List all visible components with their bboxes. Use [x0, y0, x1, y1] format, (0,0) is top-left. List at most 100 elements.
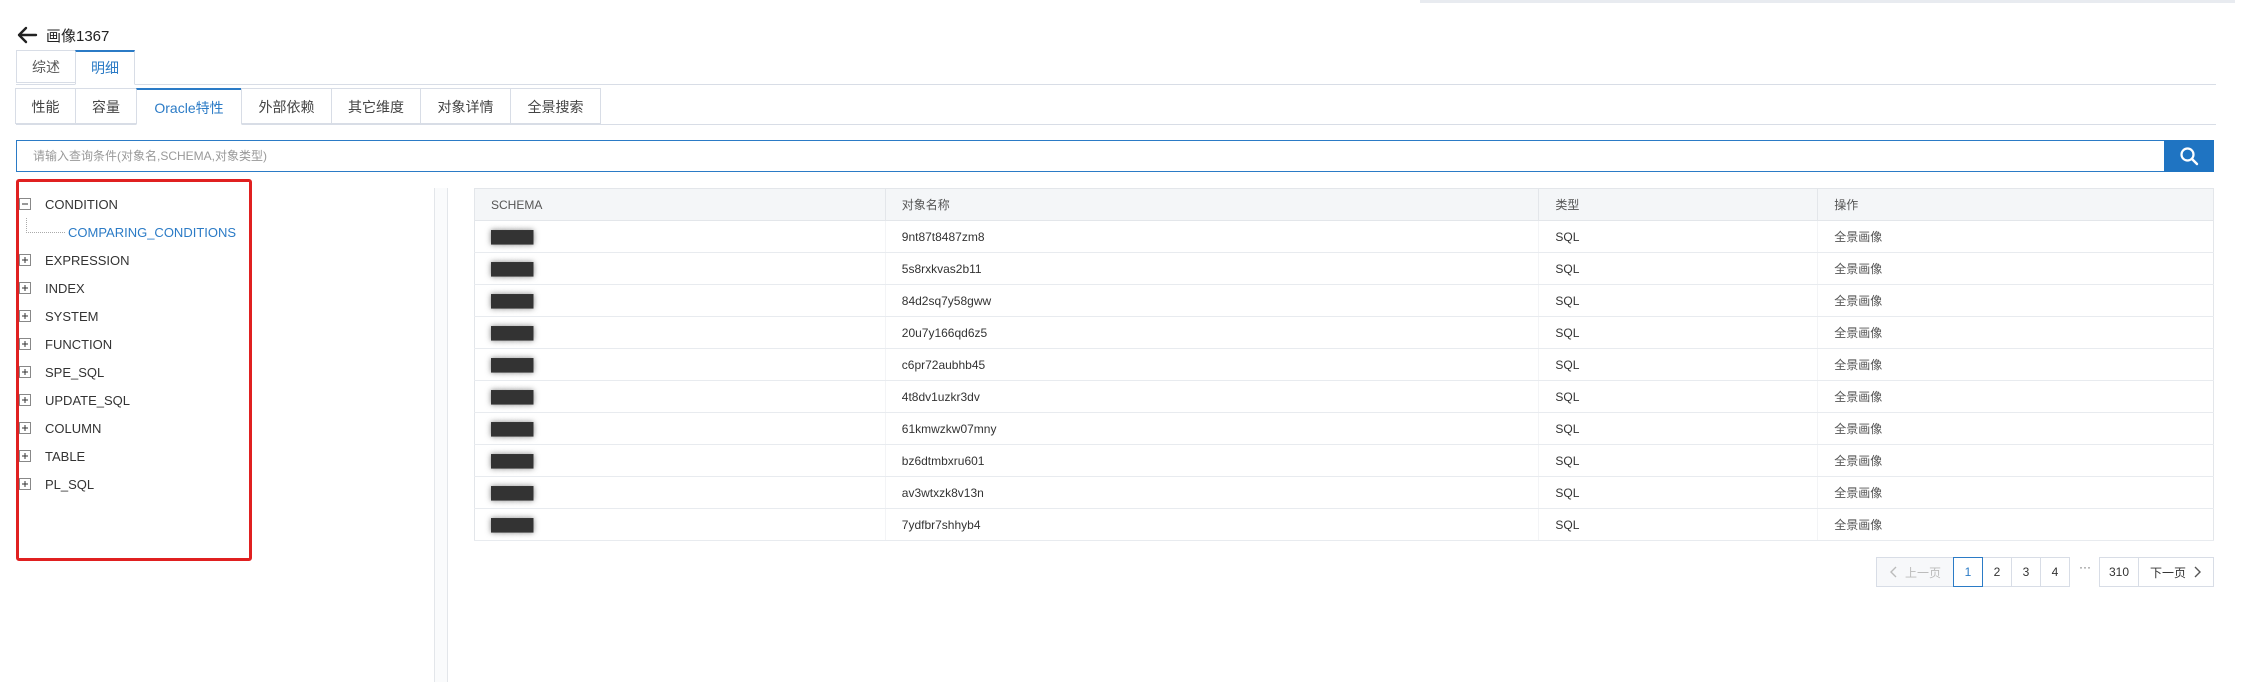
type-cell: SQL [1538, 380, 1818, 413]
top-divider [1420, 0, 2235, 3]
tab-capacity[interactable]: 容量 [75, 88, 137, 124]
panorama-link[interactable]: 全景画像 [1834, 326, 1882, 340]
tree-node-column[interactable]: COLUMN [16, 414, 256, 442]
page-button-last[interactable]: 310 [2099, 557, 2139, 587]
table-row: █████ c6pr72aubhb45 SQL 全景画像 [474, 348, 2214, 381]
tab-detail[interactable]: 明细 [75, 50, 135, 85]
type-cell: SQL [1538, 284, 1818, 317]
table-row: █████ 5s8rxkvas2b11 SQL 全景画像 [474, 252, 2214, 285]
secondary-tabs: 性能 容量 Oracle特性 外部依赖 其它维度 对象详情 全景搜索 [15, 88, 2216, 125]
panorama-link[interactable]: 全景画像 [1834, 486, 1882, 500]
tree-node-label: EXPRESSION [45, 252, 130, 268]
object-name-cell: c6pr72aubhb45 [884, 348, 1539, 381]
next-page-button[interactable]: 下一页 [2138, 557, 2214, 587]
table-row: █████ 4t8dv1uzkr3dv SQL 全景画像 [474, 380, 2214, 413]
plus-square-icon[interactable] [19, 394, 31, 406]
schema-cell: █████ [474, 380, 886, 413]
pagination: 上一页 1 2 3 4 ··· 310 下一页 [1876, 557, 2214, 587]
schema-cell: █████ [474, 220, 886, 253]
page-button-4[interactable]: 4 [2040, 557, 2070, 587]
panorama-link[interactable]: 全景画像 [1834, 294, 1882, 308]
tree-node-label: PL_SQL [45, 476, 95, 492]
plus-square-icon[interactable] [19, 450, 31, 462]
tree-node-table[interactable]: TABLE [16, 442, 256, 470]
plus-square-icon[interactable] [19, 366, 31, 378]
table-header-row: SCHEMA 对象名称 类型 操作 [474, 188, 2214, 221]
object-name-cell: 7ydfbr7shhyb4 [884, 508, 1539, 541]
panorama-link[interactable]: 全景画像 [1834, 454, 1882, 468]
plus-square-icon[interactable] [19, 422, 31, 434]
object-name-cell: 5s8rxkvas2b11 [884, 252, 1539, 285]
type-cell: SQL [1538, 348, 1818, 381]
table-row: █████ 61kmwzkw07mny SQL 全景画像 [474, 412, 2214, 445]
schema-cell: █████ [474, 252, 886, 285]
type-cell: SQL [1538, 444, 1818, 477]
object-name-cell: 4t8dv1uzkr3dv [884, 380, 1539, 413]
tree-node-comparing-conditions[interactable]: COMPARING_CONDITIONS [16, 218, 256, 246]
schema-cell: █████ [474, 508, 886, 541]
tree-node-label: TABLE [45, 448, 86, 464]
primary-tabs: 综述 明细 [16, 50, 2216, 85]
tab-panorama-search[interactable]: 全景搜索 [510, 88, 601, 124]
column-header-type[interactable]: 类型 [1538, 188, 1819, 221]
search-input[interactable] [16, 140, 2164, 172]
object-name-cell: 9nt87t8487zm8 [884, 220, 1539, 253]
table-row: █████ 9nt87t8487zm8 SQL 全景画像 [474, 220, 2214, 253]
object-name-cell: bz6dtmbxru601 [884, 444, 1539, 477]
tree-node-pl-sql[interactable]: PL_SQL [16, 470, 256, 498]
panel-splitter[interactable] [434, 188, 448, 682]
schema-cell: █████ [474, 316, 886, 349]
page-button-2[interactable]: 2 [1982, 557, 2012, 587]
table-row: █████ av3wtxzk8v13n SQL 全景画像 [474, 476, 2214, 509]
plus-square-icon[interactable] [19, 254, 31, 266]
prev-page-button[interactable]: 上一页 [1876, 557, 1954, 587]
table-row: █████ 7ydfbr7shhyb4 SQL 全景画像 [474, 508, 2214, 541]
tree-node-function[interactable]: FUNCTION [16, 330, 256, 358]
schema-cell: █████ [474, 348, 886, 381]
type-cell: SQL [1538, 476, 1818, 509]
object-name-cell: av3wtxzk8v13n [884, 476, 1539, 509]
plus-square-icon[interactable] [19, 338, 31, 350]
tree-node-condition[interactable]: CONDITION [16, 190, 256, 218]
minus-square-icon[interactable] [19, 198, 31, 210]
tab-summary[interactable]: 综述 [16, 50, 76, 83]
schema-cell: █████ [474, 284, 886, 317]
type-cell: SQL [1538, 316, 1818, 349]
page-title: 画像1367 [46, 27, 110, 45]
panorama-link[interactable]: 全景画像 [1834, 390, 1882, 404]
panorama-link[interactable]: 全景画像 [1834, 518, 1882, 532]
tree-node-spe-sql[interactable]: SPE_SQL [16, 358, 256, 386]
tab-external-deps[interactable]: 外部依赖 [241, 88, 332, 124]
tree-node-system[interactable]: SYSTEM [16, 302, 256, 330]
plus-square-icon[interactable] [19, 478, 31, 490]
tab-object-details[interactable]: 对象详情 [420, 88, 511, 124]
arrow-left-icon[interactable] [16, 25, 38, 45]
column-header-schema[interactable]: SCHEMA [474, 188, 886, 221]
prev-page-label: 上一页 [1904, 565, 1941, 580]
type-cell: SQL [1538, 220, 1818, 253]
plus-square-icon[interactable] [19, 310, 31, 322]
type-cell: SQL [1538, 412, 1818, 445]
tree-node-update-sql[interactable]: UPDATE_SQL [16, 386, 256, 414]
page-button-3[interactable]: 3 [2011, 557, 2041, 587]
tab-other-dimensions[interactable]: 其它维度 [331, 88, 421, 124]
column-header-object-name[interactable]: 对象名称 [884, 188, 1540, 221]
chevron-left-icon [1889, 566, 1897, 578]
tab-performance[interactable]: 性能 [15, 88, 76, 124]
search-button[interactable] [2164, 140, 2214, 172]
tree-node-expression[interactable]: EXPRESSION [16, 246, 256, 274]
panorama-link[interactable]: 全景画像 [1834, 262, 1882, 276]
panorama-link[interactable]: 全景画像 [1834, 230, 1882, 244]
schema-cell: █████ [474, 412, 886, 445]
panorama-link[interactable]: 全景画像 [1834, 422, 1882, 436]
page-button-1[interactable]: 1 [1953, 557, 1983, 587]
search-bar [16, 140, 2214, 172]
plus-square-icon[interactable] [19, 282, 31, 294]
tree-node-label: UPDATE_SQL [45, 392, 131, 408]
type-cell: SQL [1538, 508, 1818, 541]
tree-node-index[interactable]: INDEX [16, 274, 256, 302]
next-page-label: 下一页 [2149, 565, 2186, 580]
table-row: █████ 84d2sq7y58gww SQL 全景画像 [474, 284, 2214, 317]
tab-oracle-features[interactable]: Oracle特性 [136, 88, 242, 125]
panorama-link[interactable]: 全景画像 [1834, 358, 1882, 372]
